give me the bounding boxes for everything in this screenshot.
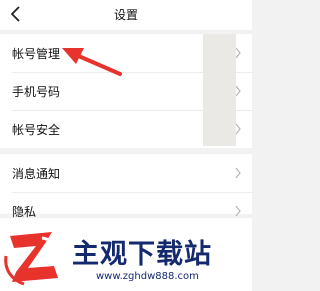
notification-settings-group: 消息通知 隐私 xyxy=(0,154,252,219)
settings-item-label: 帐号安全 xyxy=(12,123,61,137)
watermark-title: 主观下载站 xyxy=(72,239,212,270)
settings-item-label: 手机号码 xyxy=(12,85,61,99)
settings-item-label: 帐号管理 xyxy=(12,47,61,61)
settings-item-notifications[interactable]: 消息通知 xyxy=(0,154,252,192)
settings-item-label: 消息通知 xyxy=(12,167,61,181)
red-arrow-icon xyxy=(62,48,122,76)
watermark-url: www.zghdw888.com xyxy=(96,271,199,282)
chevron-right-icon xyxy=(235,167,241,179)
z-logo-icon xyxy=(4,232,58,286)
overlay-panel xyxy=(203,34,236,146)
page-title: 设置 xyxy=(113,8,138,22)
chevron-right-icon xyxy=(235,205,241,217)
top-navigation-bar: 设置 xyxy=(0,0,252,30)
watermark-banner: 主观下载站 www.zghdw888.com xyxy=(0,218,252,291)
